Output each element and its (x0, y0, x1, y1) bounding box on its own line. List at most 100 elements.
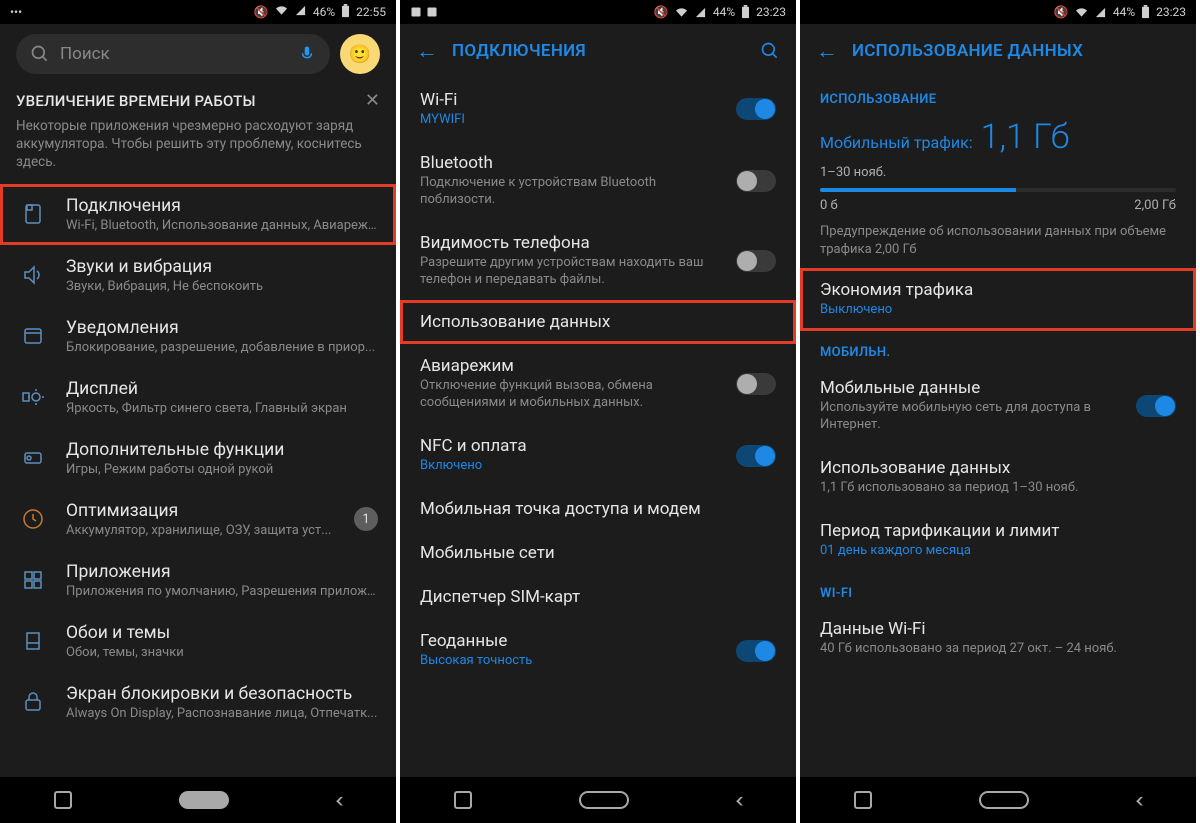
row-wifi[interactable]: Wi-FiMYWIFI (400, 78, 796, 141)
mobile-data-toggle[interactable] (1136, 395, 1176, 417)
header-title: ПОДКЛЮЧЕНИЯ (452, 41, 746, 61)
row-data-saver[interactable]: Экономия трафикаВыключено (800, 268, 1196, 331)
item-title: Дополнительные функции (66, 440, 378, 460)
visibility-toggle[interactable] (736, 250, 776, 272)
location-toggle[interactable] (736, 640, 776, 662)
row-title: Bluetooth (420, 153, 722, 173)
phone-data-usage: 🔇 44% 23:23 ← ИСПОЛЬЗОВАНИЕ ДАННЫХ ИСПОЛ… (800, 0, 1196, 823)
section-usage: ИСПОЛЬЗОВАНИЕ (800, 78, 1196, 113)
row-bluetooth[interactable]: BluetoothПодключение к устройствам Bluet… (400, 141, 796, 221)
wifi-icon (675, 7, 688, 18)
card-body: Некоторые приложения чрезмерно расходуют… (16, 117, 380, 172)
item-title: Оптимизация (66, 501, 336, 521)
item-lockscreen[interactable]: Экран блокировки и безопасностьAlways On… (0, 672, 396, 733)
row-mobile-data[interactable]: Мобильные данныеИспользуйте мобильную се… (800, 366, 1196, 446)
row-sim-manager[interactable]: Диспетчер SIM-карт (400, 575, 796, 619)
row-airplane[interactable]: АвиарежимОтключение функций вызова, обме… (400, 344, 796, 424)
row-title: Видимость телефона (420, 233, 722, 253)
battery-tip-card[interactable]: УВЕЛИЧЕНИЕ ВРЕМЕНИ РАБОТЫ ✕ Некоторые пр… (16, 90, 380, 172)
sound-icon (18, 263, 48, 287)
status-bar: ••• 🔇 46% 22:55 (0, 0, 396, 24)
back-button[interactable]: ‹ (334, 788, 343, 813)
usage-bar (820, 188, 1176, 192)
bluetooth-toggle[interactable] (736, 170, 776, 192)
battery-icon (1141, 5, 1150, 19)
advanced-icon (18, 446, 48, 470)
search-icon[interactable] (760, 41, 780, 61)
row-sub: Подключение к устройствам Bluetooth побл… (420, 175, 722, 209)
item-sub: Звуки, Вибрация, Не беспокоить (66, 279, 378, 294)
clock-text: 23:23 (756, 5, 786, 19)
recent-button[interactable] (454, 791, 472, 809)
row-title: Период тарификации и лимит (820, 521, 1176, 541)
row-location[interactable]: ГеоданныеВысокая точность (400, 619, 796, 682)
bar-left-label: 0 б (820, 198, 838, 213)
row-hotspot[interactable]: Мобильная точка доступа и модем (400, 487, 796, 531)
battery-icon (341, 4, 350, 21)
row-sub: Отключение функций вызова, обмена сообще… (420, 378, 722, 412)
item-maintenance[interactable]: Оптимизация Аккумулятор, хранилище, ОЗУ, … (0, 489, 396, 550)
signal-icon (694, 7, 707, 18)
row-sub: 40 Гб использовано за период 27 окт. – 2… (820, 641, 1176, 658)
airplane-toggle[interactable] (736, 373, 776, 395)
close-icon[interactable]: ✕ (365, 90, 380, 111)
item-sub: Аккумулятор, хранилище, ОЗУ, защита уст.… (66, 523, 336, 538)
wifi-icon (1075, 7, 1088, 18)
item-title: Подключения (66, 196, 378, 216)
item-wallpapers[interactable]: Обои и темыОбои, темы, значки (0, 611, 396, 672)
signal-icon (294, 5, 307, 19)
home-button[interactable] (179, 791, 229, 809)
header-title: ИСПОЛЬЗОВАНИЕ ДАННЫХ (852, 41, 1180, 61)
back-button[interactable]: ‹ (1134, 788, 1143, 813)
wifi-toggle[interactable] (736, 98, 776, 120)
recent-button[interactable] (54, 791, 72, 809)
row-nfc[interactable]: NFC и оплатаВключено (400, 424, 796, 487)
home-button[interactable] (579, 791, 629, 809)
row-billing-cycle[interactable]: Период тарификации и лимит01 день каждог… (800, 509, 1196, 572)
item-sounds[interactable]: Звуки и вибрацияЗвуки, Вибрация, Не бесп… (0, 245, 396, 306)
usage-value: 1,1 Гб (981, 117, 1070, 157)
item-advanced[interactable]: Дополнительные функции Игры, Режим работы… (0, 428, 396, 489)
mic-icon[interactable] (298, 45, 316, 63)
phone-connections: 🔇 44% 23:23 ← ПОДКЛЮЧЕНИЯ Wi-FiMYWIFI Bl… (400, 0, 796, 823)
section-wifi: WI-FI (800, 572, 1196, 607)
bar-right-label: 2,00 Гб (1134, 198, 1176, 213)
profile-avatar[interactable]: 🙂 (340, 34, 380, 74)
search-input[interactable]: Поиск (16, 34, 330, 74)
row-mobile-usage[interactable]: Использование данных1,1 Гб использовано … (800, 446, 1196, 509)
row-mobile-networks[interactable]: Мобильные сети (400, 531, 796, 575)
item-display[interactable]: ДисплейЯркость, Фильтр синего света, Гла… (0, 367, 396, 428)
back-icon[interactable]: ← (416, 38, 438, 64)
item-sub: Блокирование, разрешение, добавление в п… (66, 340, 378, 355)
item-sub: Игры, Режим работы одной рукой (66, 462, 378, 477)
row-wifi-data[interactable]: Данные Wi-Fi40 Гб использовано за период… (800, 607, 1196, 670)
row-title: Мобильная точка доступа и модем (420, 499, 776, 519)
phone-settings-main: ••• 🔇 46% 22:55 Поиск 🙂 (0, 0, 396, 823)
mute-icon: 🔇 (254, 5, 269, 19)
item-title: Экран блокировки и безопасность (66, 684, 378, 704)
item-apps[interactable]: Приложения Приложения по умолчанию, Разре… (0, 550, 396, 611)
row-title: Использование данных (420, 312, 776, 332)
row-visibility[interactable]: Видимость телефонаРазрешите другим устро… (400, 221, 796, 301)
section-mobile: МОБИЛЬН. (800, 331, 1196, 366)
home-button[interactable] (979, 791, 1029, 809)
item-title: Уведомления (66, 318, 378, 338)
usage-summary[interactable]: Мобильный трафик: 1,1 Гб 1–30 нояб. 0 б2… (800, 113, 1196, 268)
item-connections[interactable]: ПодключенияWi-Fi, Bluetooth, Использован… (0, 184, 396, 245)
more-icon: ••• (10, 5, 22, 19)
item-sub: Приложения по умолчанию, Разрешения прил… (66, 584, 378, 599)
row-sub: Включено (420, 458, 722, 475)
notifications-icon (18, 324, 48, 348)
usage-period: 1–30 нояб. (820, 165, 1176, 180)
nfc-toggle[interactable] (736, 445, 776, 467)
card-title: УВЕЛИЧЕНИЕ ВРЕМЕНИ РАБОТЫ (16, 92, 256, 110)
back-button[interactable]: ‹ (734, 788, 743, 813)
battery-text: 46% (313, 5, 335, 19)
row-sub: Высокая точность (420, 653, 722, 670)
recent-button[interactable] (854, 791, 872, 809)
back-icon[interactable]: ← (816, 38, 838, 64)
item-notifications[interactable]: Уведомления Блокирование, разрешение, доб… (0, 306, 396, 367)
item-title: Приложения (66, 562, 378, 582)
row-data-usage[interactable]: Использование данных (400, 300, 796, 344)
row-title: Wi-Fi (420, 90, 722, 110)
